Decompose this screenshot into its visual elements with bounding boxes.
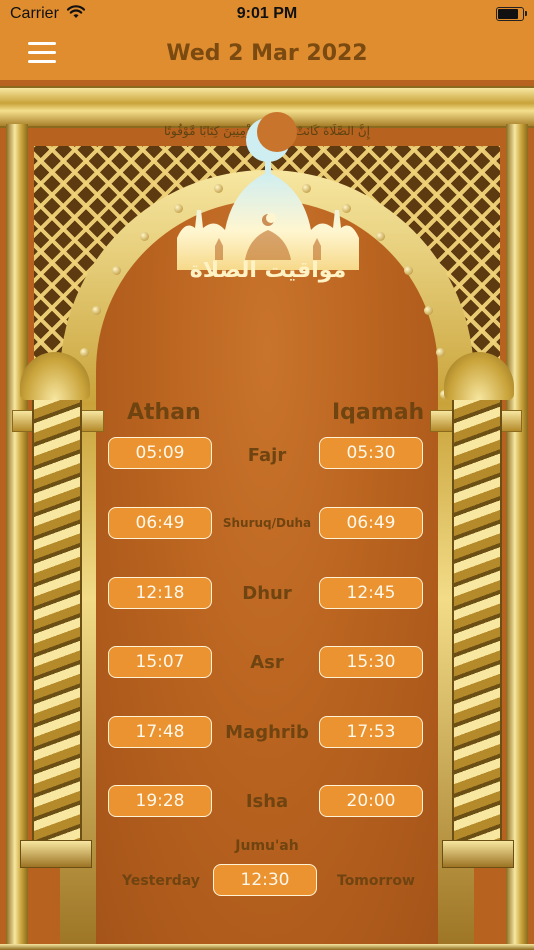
asr-iqamah-time[interactable]: 15:30 — [319, 646, 423, 678]
fajr-label: Fajr — [247, 445, 287, 466]
battery-level-fill — [498, 9, 518, 19]
iqamah-header: Iqamah — [332, 400, 425, 425]
shuruq-athan-time[interactable]: 06:49 — [108, 507, 212, 539]
asr-athan-time[interactable]: 15:07 — [108, 646, 212, 678]
dhur-label: Dhur — [242, 583, 292, 604]
left-side-post — [6, 124, 28, 950]
isha-iqamah-time[interactable]: 20:00 — [319, 785, 423, 817]
navigation-bar: Wed 2 Mar 2022 — [0, 30, 534, 80]
maghrib-label: Maghrib — [225, 722, 309, 743]
jumuah-label: Jumu'ah — [235, 838, 299, 854]
fajr-iqamah-time[interactable]: 05:30 — [319, 437, 423, 469]
dhur-athan-time[interactable]: 12:18 — [108, 577, 212, 609]
isha-athan-time[interactable]: 19:28 — [108, 785, 212, 817]
floor-strip — [0, 944, 534, 950]
fajr-athan-time[interactable]: 05:09 — [108, 437, 212, 469]
dhur-iqamah-time[interactable]: 12:45 — [319, 577, 423, 609]
battery-icon — [496, 7, 527, 21]
maghrib-iqamah-time[interactable]: 17:53 — [319, 716, 423, 748]
tomorrow-button[interactable]: Tomorrow — [337, 873, 415, 889]
right-twisted-column — [452, 400, 502, 840]
date-title: Wed 2 Mar 2022 — [166, 41, 368, 66]
battery-nub — [525, 11, 527, 16]
left-twisted-column — [32, 400, 82, 840]
isha-label: Isha — [245, 791, 289, 812]
yesterday-button[interactable]: Yesterday — [122, 873, 200, 889]
athan-header: Athan — [127, 400, 201, 425]
shuruq-label: Shuruq/Duha — [222, 516, 312, 530]
status-time: 9:01 PM — [236, 5, 298, 22]
maghrib-athan-time[interactable]: 17:48 — [108, 716, 212, 748]
jumuah-time[interactable]: 12:30 — [213, 864, 317, 896]
emblem-arabic-title: مواقيت الصلاة — [189, 258, 347, 283]
shuruq-iqamah-time[interactable]: 06:49 — [319, 507, 423, 539]
prayer-times-emblem: مواقيت الصلاة — [175, 110, 361, 300]
right-side-post — [506, 124, 528, 950]
status-bar: Carrier 9:01 PM — [0, 0, 534, 30]
asr-label: Asr — [250, 652, 284, 673]
